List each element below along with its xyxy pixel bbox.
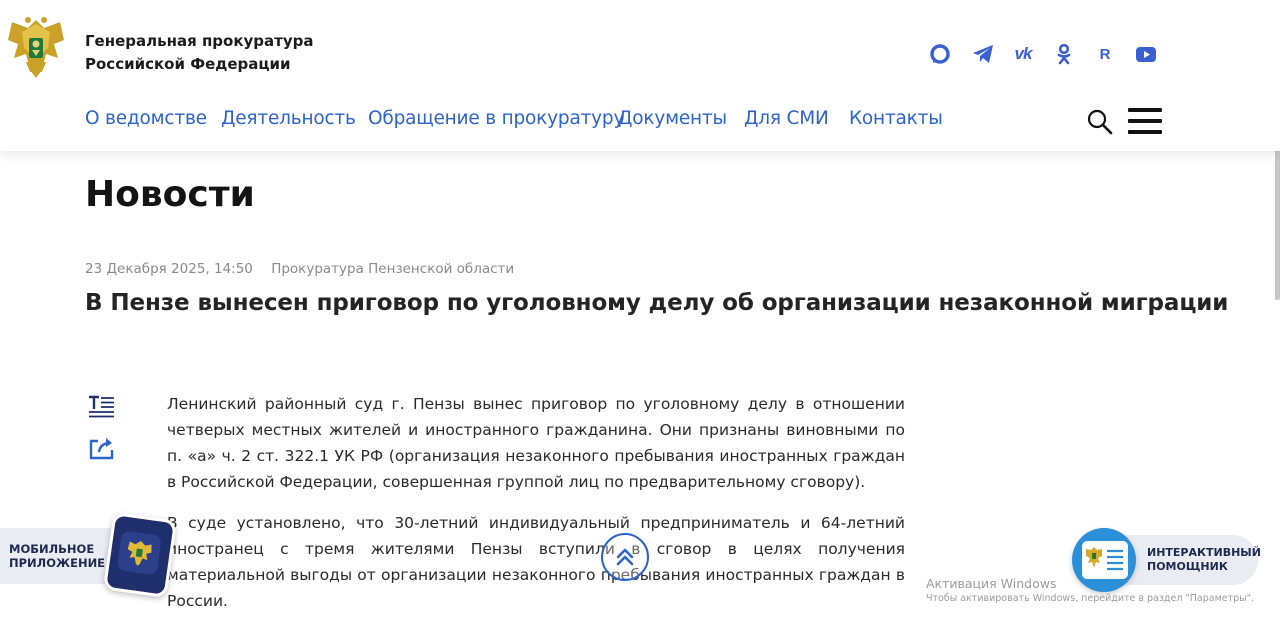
nav-item-activity[interactable]: Деятельность (221, 108, 356, 129)
phone-app-icon[interactable] (102, 511, 178, 599)
nav-item-media[interactable]: Для СМИ (744, 108, 829, 129)
social-links: vk R (0, 42, 1280, 66)
article-body: Ленинский районный суд г. Пензы вынес пр… (167, 391, 905, 629)
watermark-line-1: Активация Windows (926, 576, 1057, 591)
watermark-line-2: Чтобы активировать Windows, перейдите в … (926, 593, 1255, 604)
text-size-icon[interactable] (88, 395, 116, 421)
rutube-icon[interactable]: R (1093, 42, 1117, 66)
scroll-to-top-button[interactable] (601, 533, 649, 581)
article-paragraph-2: В суде установлено, что 30-летний индиви… (167, 514, 905, 610)
share-icon[interactable] (88, 435, 116, 461)
assistant-label-line-2: ПОМОЩНИК (1147, 560, 1228, 573)
mobile-app-label-line-2: ПРИЛОЖЕНИЕ (9, 556, 106, 570)
vk-icon-text: vk (1014, 44, 1033, 63)
vk-icon[interactable]: vk (1010, 42, 1036, 66)
app-emblem-icon (116, 530, 162, 576)
assistant-label: ИНТЕРАКТИВНЫЙ ПОМОЩНИК (1147, 546, 1261, 574)
mobile-app-label-line-1: МОБИЛЬНОЕ (9, 542, 95, 556)
site-header: Генеральная прокуратура Российской Федер… (0, 0, 1280, 151)
mobile-app-label: МОБИЛЬНОЕ ПРИЛОЖЕНИЕ (9, 542, 105, 570)
nav-item-about[interactable]: О ведомстве (85, 108, 207, 129)
article-date: 23 Декабря 2025, 14:50 (85, 261, 253, 277)
nav-item-contacts[interactable]: Контакты (849, 108, 943, 129)
article-title: В Пензе вынесен приговор по уголовному д… (85, 290, 1229, 316)
page-title: Новости (85, 174, 255, 215)
assistant-doc-icon (1082, 541, 1128, 579)
article-source[interactable]: Прокуратура Пензенской области (271, 261, 514, 277)
nav-item-appeal[interactable]: Обращение в прокуратуру (368, 108, 624, 129)
search-icon[interactable] (1086, 108, 1114, 136)
nav-item-documents[interactable]: Документы (618, 108, 727, 129)
assistant-label-line-1: ИНТЕРАКТИВНЫЙ (1147, 546, 1261, 559)
odnoklassniki-icon[interactable] (1052, 42, 1076, 66)
max-icon[interactable] (928, 42, 952, 66)
windows-activation-watermark: Активация Windows Чтобы активировать Win… (926, 576, 1254, 604)
telegram-icon[interactable] (971, 42, 995, 66)
article-meta: 23 Декабря 2025, 14:50 Прокуратура Пензе… (85, 261, 528, 277)
hamburger-menu-icon[interactable] (1128, 108, 1162, 134)
rutube-icon-letter: R (1099, 45, 1111, 63)
youtube-icon[interactable] (1134, 42, 1158, 66)
article-paragraph-1: Ленинский районный суд г. Пензы вынес пр… (167, 395, 905, 491)
